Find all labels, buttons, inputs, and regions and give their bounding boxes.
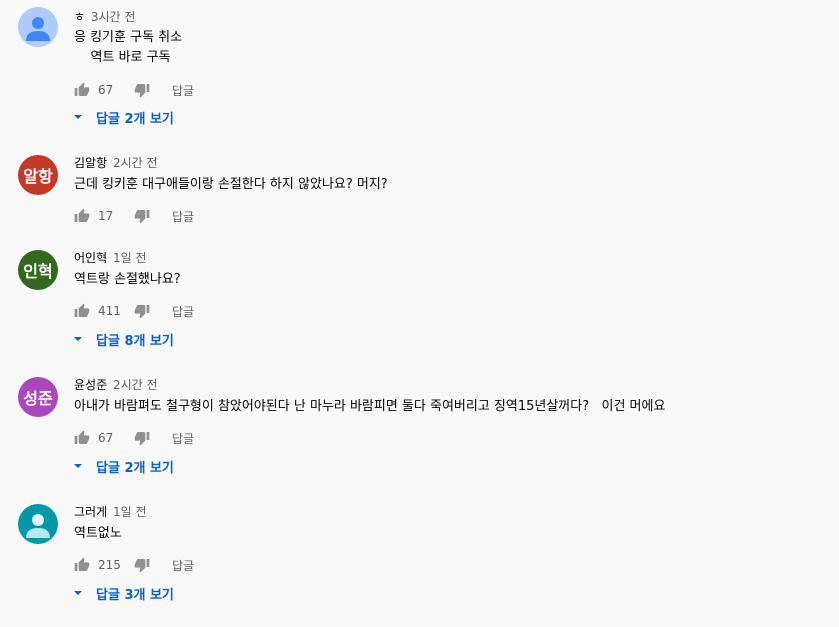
thumbs-down-icon[interactable] bbox=[134, 82, 150, 98]
person-icon bbox=[26, 514, 50, 538]
author-name[interactable]: 어인혁 bbox=[74, 251, 107, 265]
comment-actions: 411 답글 bbox=[74, 303, 194, 319]
reply-button[interactable]: 답글 bbox=[172, 82, 194, 99]
author-line: ㅎ 3시간 전 bbox=[74, 9, 135, 25]
thumbs-up-icon[interactable] bbox=[74, 208, 90, 224]
reply-button[interactable]: 답글 bbox=[172, 430, 194, 447]
reply-button[interactable]: 답글 bbox=[172, 208, 194, 225]
author-line: 윤성준 2시간 전 bbox=[74, 377, 158, 393]
person-icon bbox=[26, 17, 50, 41]
avatar[interactable]: 성준 bbox=[18, 377, 58, 417]
view-replies-button[interactable]: 답글 3개 보기 bbox=[72, 584, 174, 603]
comment-time[interactable]: 2시간 전 bbox=[113, 156, 158, 170]
comment-time[interactable]: 1일 전 bbox=[113, 505, 147, 519]
view-replies-label: 답글 8개 보기 bbox=[96, 333, 174, 349]
reply-button[interactable]: 답글 bbox=[172, 557, 194, 574]
comment-text: 역트없노 bbox=[74, 526, 122, 541]
thumbs-up-icon[interactable] bbox=[74, 82, 90, 98]
comment-time[interactable]: 3시간 전 bbox=[91, 10, 136, 24]
author-name[interactable]: ㅎ bbox=[74, 10, 85, 24]
thumbs-up-icon[interactable] bbox=[74, 430, 90, 446]
thumbs-up-icon[interactable] bbox=[74, 303, 90, 319]
view-replies-button[interactable]: 답글 8개 보기 bbox=[72, 330, 174, 349]
comment-text: 응 킹기훈 구독 취소 역트 바로 구독 bbox=[74, 30, 183, 65]
like-count: 215 bbox=[98, 558, 121, 572]
author-line: 어인혁 1일 전 bbox=[74, 250, 146, 266]
comment-text: 아내가 바람펴도 철구형이 참았어야된다 난 마누라 바람피면 둘다 죽여버리고… bbox=[74, 399, 666, 414]
like-count: 67 bbox=[98, 431, 114, 445]
avatar[interactable]: 인혁 bbox=[18, 250, 58, 290]
caret-down-icon bbox=[72, 333, 84, 345]
like-count: 17 bbox=[98, 209, 114, 223]
comment-actions: 67 답글 bbox=[74, 82, 194, 98]
comment-actions: 67 답글 bbox=[74, 430, 194, 446]
view-replies-label: 답글 2개 보기 bbox=[96, 460, 174, 476]
view-replies-button[interactable]: 답글 2개 보기 bbox=[72, 457, 174, 476]
like-count: 67 bbox=[98, 83, 114, 97]
author-name[interactable]: 김알항 bbox=[74, 156, 107, 170]
caret-down-icon bbox=[72, 111, 84, 123]
author-line: 김알항 2시간 전 bbox=[74, 155, 158, 171]
view-replies-button[interactable]: 답글 2개 보기 bbox=[72, 108, 174, 127]
thumbs-down-icon[interactable] bbox=[134, 557, 150, 573]
reply-button[interactable]: 답글 bbox=[172, 303, 194, 320]
comment-time[interactable]: 2시간 전 bbox=[113, 378, 158, 392]
avatar-initials: 인혁 bbox=[23, 262, 53, 281]
comment-actions: 17 답글 bbox=[74, 208, 194, 224]
avatar-initials: 알항 bbox=[23, 167, 53, 186]
view-replies-label: 답글 3개 보기 bbox=[96, 587, 174, 603]
avatar-initials: 성준 bbox=[23, 389, 53, 408]
author-line: 그러게 1일 전 bbox=[74, 504, 146, 520]
avatar[interactable]: 알항 bbox=[18, 155, 58, 195]
thumbs-down-icon[interactable] bbox=[134, 430, 150, 446]
thumbs-down-icon[interactable] bbox=[134, 208, 150, 224]
author-name[interactable]: 윤성준 bbox=[74, 378, 107, 392]
comment-time[interactable]: 1일 전 bbox=[113, 251, 147, 265]
avatar[interactable] bbox=[18, 504, 58, 544]
view-replies-label: 답글 2개 보기 bbox=[96, 111, 174, 127]
thumbs-down-icon[interactable] bbox=[134, 303, 150, 319]
comment-actions: 215 답글 bbox=[74, 557, 194, 573]
caret-down-icon bbox=[72, 587, 84, 599]
comment-text: 근데 킹키훈 대구애들이랑 손절한다 하지 않았나요? 머지? bbox=[74, 177, 388, 192]
caret-down-icon bbox=[72, 460, 84, 472]
comment-text: 역트랑 손절했나요? bbox=[74, 272, 181, 287]
avatar[interactable] bbox=[18, 7, 58, 47]
author-name[interactable]: 그러게 bbox=[74, 505, 107, 519]
thumbs-up-icon[interactable] bbox=[74, 557, 90, 573]
like-count: 411 bbox=[98, 304, 121, 318]
